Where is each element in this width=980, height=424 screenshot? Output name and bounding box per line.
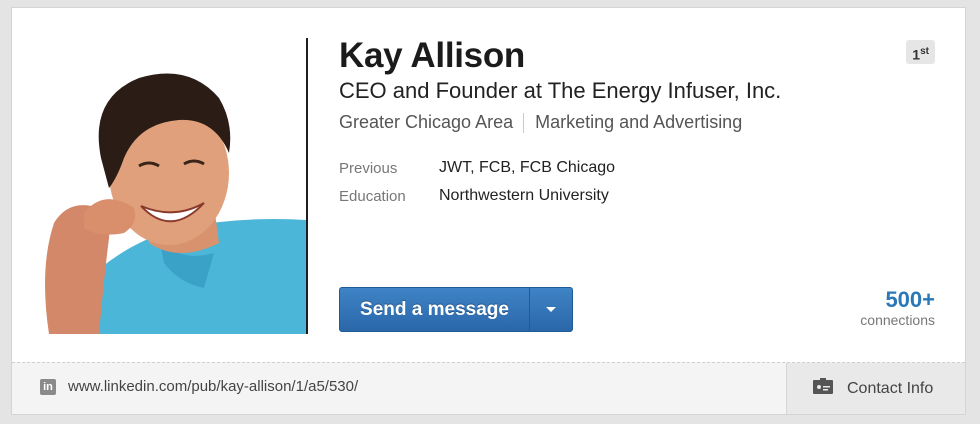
contact-info-label: Contact Info bbox=[847, 379, 934, 397]
profile-meta: Greater Chicago Area Marketing and Adver… bbox=[339, 112, 742, 133]
send-message-button[interactable]: Send a message bbox=[340, 288, 529, 331]
degree-suffix: st bbox=[920, 46, 929, 57]
contact-info-button[interactable]: Contact Info bbox=[786, 363, 965, 414]
connections-number: 500+ bbox=[885, 287, 935, 312]
profile-footer: in www.linkedin.com/pub/kay-allison/1/a5… bbox=[12, 362, 965, 414]
profile-headline: CEO and Founder at The Energy Infuser, I… bbox=[339, 78, 782, 103]
profile-photo[interactable] bbox=[29, 38, 306, 334]
industry-link[interactable]: Marketing and Advertising bbox=[535, 112, 742, 133]
public-profile-url[interactable]: in www.linkedin.com/pub/kay-allison/1/a5… bbox=[40, 378, 358, 395]
message-dropdown-button[interactable] bbox=[529, 288, 572, 331]
fact-value[interactable]: Northwestern University bbox=[439, 187, 609, 205]
location-link[interactable]: Greater Chicago Area bbox=[339, 112, 513, 133]
contact-card-icon bbox=[813, 378, 833, 399]
send-message-button-group: Send a message bbox=[339, 287, 573, 332]
fact-label: Education bbox=[339, 187, 406, 205]
fact-label: Previous bbox=[339, 159, 398, 177]
profile-url-text: www.linkedin.com/pub/kay-allison/1/a5/53… bbox=[68, 378, 359, 395]
fact-row-previous: Previous JWT, FCB, FCB Chicago bbox=[339, 154, 615, 182]
fact-value[interactable]: JWT, FCB, FCB Chicago bbox=[439, 159, 615, 177]
degree-number: 1 bbox=[912, 46, 921, 63]
connections-label: connections bbox=[860, 312, 935, 328]
meta-separator bbox=[523, 112, 525, 133]
connections-count[interactable]: 500+ connections bbox=[860, 287, 935, 329]
fact-row-education: Education Northwestern University bbox=[339, 182, 615, 210]
profile-card: Kay Allison 1st CEO and Founder at The E… bbox=[11, 7, 966, 415]
connection-degree-badge: 1st bbox=[906, 40, 935, 64]
photo-divider bbox=[306, 38, 308, 334]
profile-facts: Previous JWT, FCB, FCB Chicago Education… bbox=[339, 154, 615, 210]
linkedin-icon: in bbox=[40, 378, 56, 395]
chevron-down-icon bbox=[545, 301, 557, 319]
profile-name[interactable]: Kay Allison bbox=[339, 36, 525, 76]
